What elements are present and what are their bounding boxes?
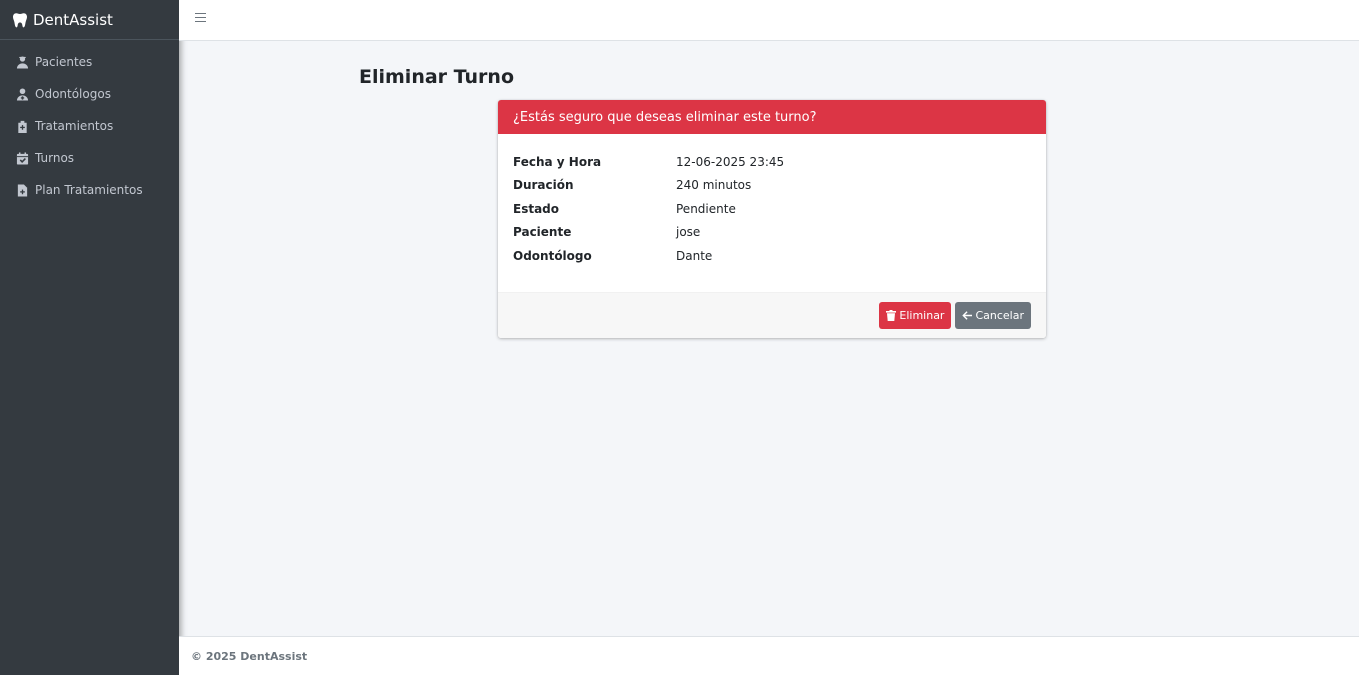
sidebar-item-label: Turnos — [35, 151, 75, 165]
brand-link[interactable]: DentAssist — [0, 0, 179, 40]
sidebar-item-label: Tratamientos — [35, 119, 114, 133]
sidebar-nav: Pacientes Odontólogos Tratamientos Turno… — [0, 40, 179, 206]
card-header: ¿Estás seguro que deseas eliminar este t… — [498, 100, 1046, 134]
card-footer: Eliminar Cancelar — [498, 292, 1046, 338]
card-body: Fecha y Hora 12-06-2025 23:45 Duración 2… — [498, 134, 1046, 292]
trash-icon — [886, 310, 897, 321]
cancel-button[interactable]: Cancelar — [955, 302, 1031, 329]
arrow-left-icon — [962, 311, 973, 320]
sidebar-item-label: Pacientes — [35, 55, 93, 69]
detail-value: jose — [676, 225, 701, 240]
sidebar-item-pacientes[interactable]: Pacientes — [0, 46, 179, 78]
sidebar-item-tratamientos[interactable]: Tratamientos — [0, 110, 179, 142]
detail-value: 12-06-2025 23:45 — [676, 154, 785, 169]
page-footer: © 2025 DentAssist — [179, 636, 1359, 675]
detail-row-paciente: Paciente jose — [513, 221, 1031, 245]
detail-value: Dante — [676, 248, 713, 263]
cancel-button-label: Cancelar — [975, 309, 1024, 322]
sidebar-item-turnos[interactable]: Turnos — [0, 142, 179, 174]
detail-row-duracion: Duración 240 minutos — [513, 174, 1031, 198]
hamburger-icon[interactable] — [195, 13, 206, 23]
brand-name: DentAssist — [33, 10, 113, 29]
detail-row-fecha: Fecha y Hora 12-06-2025 23:45 — [513, 150, 1031, 174]
sidebar-item-label: Odontólogos — [35, 87, 111, 101]
detail-value: 240 minutos — [676, 178, 752, 193]
sidebar-item-label: Plan Tratamientos — [35, 183, 143, 197]
tooth-icon — [13, 12, 27, 27]
sidebar: DentAssist Pacientes Odontólogos Tratami… — [0, 0, 179, 675]
medkit-icon — [18, 120, 27, 133]
detail-label: Fecha y Hora — [513, 154, 602, 169]
top-navbar — [179, 0, 1359, 41]
detail-label: Duración — [513, 178, 574, 193]
detail-label: Paciente — [513, 225, 572, 240]
detail-row-estado: Estado Pendiente — [513, 197, 1031, 221]
detail-label: Estado — [513, 201, 560, 216]
doctor-icon — [16, 87, 29, 101]
detail-row-odontologo: Odontólogo Dante — [513, 244, 1031, 268]
detail-label: Odontólogo — [513, 248, 592, 263]
page-title: Eliminar Turno — [359, 66, 514, 88]
delete-confirm-card: ¿Estás seguro que deseas eliminar este t… — [498, 100, 1046, 338]
delete-button-label: Eliminar — [899, 309, 945, 322]
sidebar-item-odontologos[interactable]: Odontólogos — [0, 78, 179, 110]
delete-button[interactable]: Eliminar — [879, 302, 952, 329]
footer-copyright: © 2025 DentAssist — [191, 649, 308, 663]
sidebar-item-plan-tratamientos[interactable]: Plan Tratamientos — [0, 174, 179, 206]
file-medical-icon — [17, 183, 28, 197]
calendar-check-icon — [16, 151, 29, 165]
detail-value: Pendiente — [676, 201, 736, 216]
patient-icon — [16, 55, 29, 69]
